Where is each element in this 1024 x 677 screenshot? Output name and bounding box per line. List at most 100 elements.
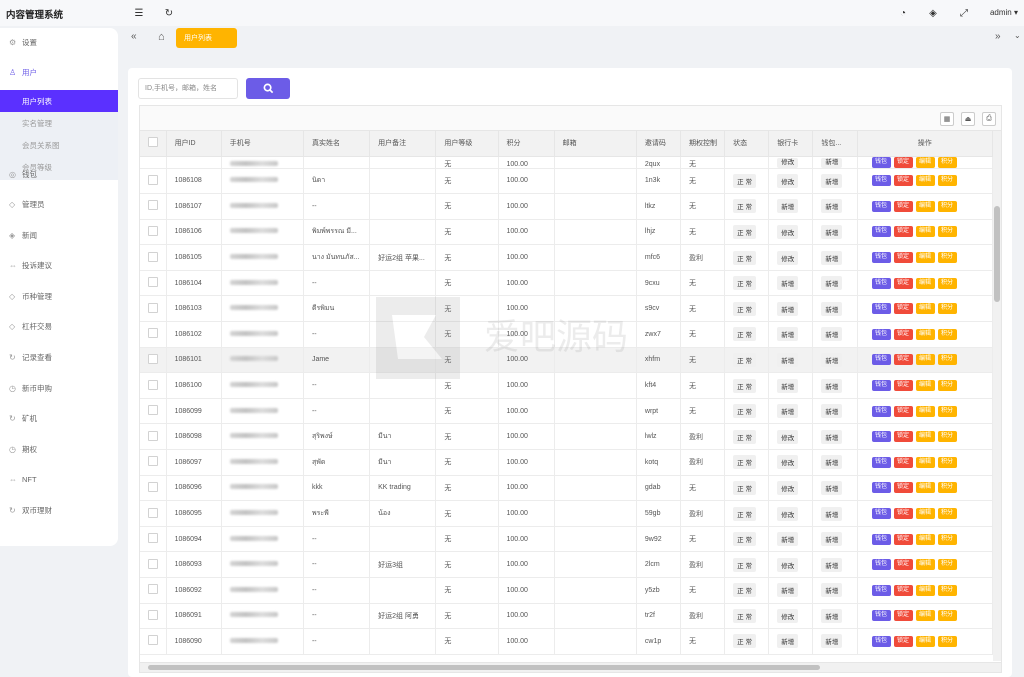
points-button[interactable]: 积分 bbox=[937, 533, 957, 545]
table-row[interactable]: 1086094 -- 无 100.00 9w92 无正 常新增 新增 钱包 锁定 编辑 积分 bbox=[140, 526, 994, 553]
checkbox-cell[interactable] bbox=[140, 168, 167, 195]
row-checkbox[interactable] bbox=[148, 507, 158, 518]
edit-button[interactable]: 编辑 bbox=[915, 584, 935, 596]
wallet-button[interactable]: 钱包 bbox=[871, 175, 891, 187]
print-icon[interactable]: ⎙ bbox=[982, 112, 996, 126]
points-button[interactable]: 积分 bbox=[937, 303, 957, 315]
points-button[interactable]: 积分 bbox=[937, 252, 957, 264]
tag-icon[interactable]: ◈ bbox=[926, 6, 940, 20]
points-button[interactable]: 积分 bbox=[937, 156, 957, 167]
checkbox-cell[interactable] bbox=[140, 500, 167, 527]
wallet-button[interactable]: 钱包 bbox=[871, 431, 891, 443]
row-checkbox[interactable] bbox=[148, 584, 158, 595]
checkbox-cell[interactable] bbox=[140, 321, 167, 348]
lock-button[interactable]: 锁定 bbox=[893, 508, 913, 520]
lock-button[interactable]: 锁定 bbox=[893, 431, 913, 443]
sidebar-item-records[interactable]: ↻ 记录查看 bbox=[0, 347, 118, 367]
bank-card-button[interactable]: 修改 bbox=[777, 250, 799, 265]
points-button[interactable]: 积分 bbox=[937, 277, 957, 289]
sidebar-item-settings[interactable]: ⚙ 设置 bbox=[0, 32, 118, 52]
table-row[interactable]: 1086107 -- 无 100.00 ltkz 无正 常新增 新增 钱包 锁定 编辑 积分 bbox=[140, 193, 994, 220]
refresh-icon[interactable]: ↻ bbox=[162, 6, 176, 20]
row-checkbox[interactable] bbox=[148, 379, 158, 390]
table-row[interactable]: 1086093 -- 好运3组无 100.00 2lcm 盈利正 常修改 新增 钱包 锁定 编辑积… bbox=[140, 551, 994, 578]
bank-card-button[interactable]: 修改 bbox=[777, 506, 799, 521]
points-button[interactable]: 积分 bbox=[937, 431, 957, 443]
sidebar-item-news[interactable]: ◈ 新闻 bbox=[0, 225, 118, 245]
checkbox-cell[interactable] bbox=[140, 398, 167, 425]
table-row[interactable]: 1086090 -- 无 100.00 cw1p 无正 常新增 新增 钱包 锁定 编辑 积分 bbox=[140, 628, 994, 655]
bank-card-button[interactable]: 新增 bbox=[777, 404, 799, 419]
wallet-add-button[interactable]: 新增 bbox=[821, 250, 843, 265]
edit-button[interactable]: 编辑 bbox=[915, 252, 935, 264]
bank-card-button[interactable]: 新增 bbox=[777, 634, 799, 649]
wallet-button[interactable]: 钱包 bbox=[871, 456, 891, 468]
submenu-relation-graph[interactable]: 会员关系图 bbox=[0, 134, 118, 156]
lock-button[interactable]: 锁定 bbox=[893, 533, 913, 545]
bank-card-button[interactable]: 修改 bbox=[777, 480, 799, 495]
status-badge[interactable]: 正 常 bbox=[733, 608, 756, 623]
table-row[interactable]: 1086101 Jame 无 100.00 xhfm 无正 常新增 新增 钱包 锁定 编辑 积分 bbox=[140, 347, 994, 374]
wallet-add-button[interactable]: 新增 bbox=[821, 173, 843, 188]
sidebar-item-new-coin[interactable]: ◷ 新币申购 bbox=[0, 378, 118, 398]
wallet-button[interactable]: 钱包 bbox=[871, 533, 891, 545]
edit-button[interactable]: 编辑 bbox=[915, 635, 935, 647]
wallet-add-button[interactable]: 新增 bbox=[821, 224, 843, 239]
checkbox-cell[interactable] bbox=[140, 551, 167, 578]
lock-button[interactable]: 锁定 bbox=[893, 559, 913, 571]
status-badge[interactable]: 正 常 bbox=[733, 301, 756, 316]
row-checkbox[interactable] bbox=[148, 635, 158, 646]
sidebar-item-miner[interactable]: ↻ 矿机 bbox=[0, 408, 118, 428]
points-button[interactable]: 积分 bbox=[937, 405, 957, 417]
checkbox-cell[interactable] bbox=[140, 270, 167, 297]
checkbox-cell[interactable] bbox=[140, 372, 167, 399]
wallet-add-button[interactable]: 新增 bbox=[821, 378, 843, 393]
header-select-all[interactable] bbox=[140, 131, 167, 157]
wallet-button[interactable]: 钱包 bbox=[871, 277, 891, 289]
checkbox-cell[interactable] bbox=[140, 156, 167, 169]
bank-card-button[interactable]: 修改 bbox=[777, 557, 799, 572]
checkbox-cell[interactable] bbox=[140, 423, 167, 451]
edit-button[interactable]: 编辑 bbox=[915, 200, 935, 212]
table-row[interactable]: 1086098 สุริพงษ์ มีนา无 100.00 lwlz 盈利正 常修改 新增钱… bbox=[140, 423, 994, 451]
row-checkbox[interactable] bbox=[148, 481, 158, 492]
lock-button[interactable]: 锁定 bbox=[893, 354, 913, 366]
row-checkbox[interactable] bbox=[148, 430, 158, 441]
status-badge[interactable]: 正 常 bbox=[733, 352, 756, 367]
wallet-add-button[interactable]: 新增 bbox=[821, 480, 843, 495]
bank-card-button[interactable]: 新增 bbox=[777, 199, 799, 214]
bank-card-button[interactable]: 修改 bbox=[777, 224, 799, 239]
status-badge[interactable]: 正 常 bbox=[733, 224, 756, 239]
table-row[interactable]: 1086108 นิดา无 100.00 1n3k 无正 常修改 新增 钱包 锁定 编辑 积分 bbox=[140, 168, 994, 195]
lock-button[interactable]: 锁定 bbox=[893, 635, 913, 647]
edit-button[interactable]: 编辑 bbox=[915, 533, 935, 545]
row-checkbox[interactable] bbox=[148, 174, 158, 185]
status-badge[interactable]: 正 常 bbox=[733, 506, 756, 521]
wallet-button[interactable]: 钱包 bbox=[871, 303, 891, 315]
submenu-real-name[interactable]: 实名管理 bbox=[0, 112, 118, 134]
points-button[interactable]: 积分 bbox=[937, 175, 957, 187]
table-row[interactable]: 1086091 -- 好运2组 阿勇无 100.00 tr2f 盈利正 常修改 新增 钱包 锁定… bbox=[140, 603, 994, 630]
lock-button[interactable]: 锁定 bbox=[893, 277, 913, 289]
bank-card-button[interactable]: 修改 bbox=[777, 455, 799, 470]
checkbox-cell[interactable] bbox=[140, 577, 167, 604]
search-button[interactable] bbox=[246, 78, 290, 99]
wallet-add-button[interactable]: 新增 bbox=[821, 404, 843, 419]
bank-card-button[interactable]: 新增 bbox=[777, 532, 799, 547]
vertical-scroll-thumb[interactable] bbox=[994, 206, 1000, 302]
checkbox-cell[interactable] bbox=[140, 244, 167, 271]
bank-card-button[interactable]: 修改 bbox=[777, 429, 799, 444]
row-checkbox[interactable] bbox=[148, 353, 158, 364]
user-menu[interactable]: admin ▾ bbox=[990, 8, 1018, 17]
submenu-user-list[interactable]: 用户列表 bbox=[0, 90, 118, 112]
edit-button[interactable]: 编辑 bbox=[915, 328, 935, 340]
wallet-add-button[interactable]: 新增 bbox=[821, 506, 843, 521]
edit-button[interactable]: 编辑 bbox=[915, 175, 935, 187]
status-badge[interactable]: 正 常 bbox=[733, 327, 756, 342]
points-button[interactable]: 积分 bbox=[937, 482, 957, 494]
wallet-add-button[interactable]: 新增 bbox=[821, 301, 843, 316]
wallet-button[interactable]: 钱包 bbox=[871, 380, 891, 392]
vertical-scrollbar[interactable] bbox=[993, 131, 1001, 661]
lock-button[interactable]: 锁定 bbox=[893, 226, 913, 238]
lock-button[interactable]: 锁定 bbox=[893, 482, 913, 494]
